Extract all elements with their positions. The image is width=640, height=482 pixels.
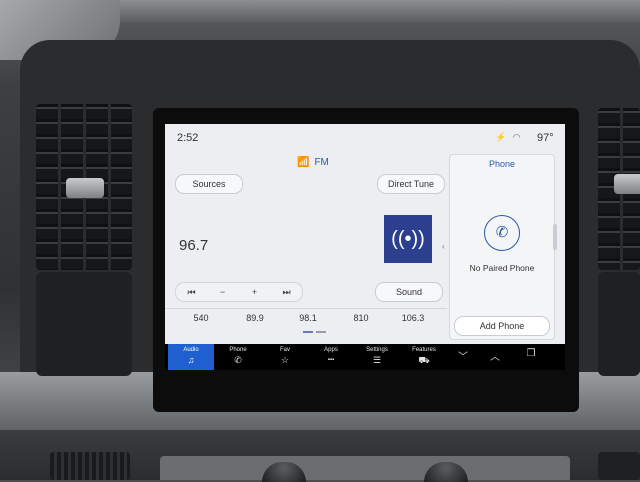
air-vent-right bbox=[598, 108, 640, 270]
seek-forward-button[interactable]: ⏭ bbox=[271, 283, 302, 301]
sliders-icon: ☰ bbox=[372, 355, 382, 365]
page-indicator bbox=[303, 331, 327, 334]
clock: 2:52 bbox=[177, 132, 199, 144]
nav-features-label: Features bbox=[412, 347, 436, 353]
antenna-icon: 📶 bbox=[297, 157, 310, 168]
panel-scrollbar[interactable] bbox=[553, 224, 557, 250]
nav-audio-label: Audio bbox=[183, 347, 199, 353]
infotainment-screen: 2:52 ⚡ ◠ 97° 📶 FM Sources Direct Tune 96.… bbox=[165, 124, 565, 344]
sources-button[interactable]: Sources bbox=[175, 174, 243, 194]
music-note-icon: ♫ bbox=[187, 355, 195, 365]
preset-button[interactable]: 540 bbox=[177, 313, 225, 323]
sound-button[interactable]: Sound bbox=[375, 282, 443, 302]
chevron-down-icon[interactable]: ﹀ bbox=[453, 348, 473, 366]
window-switch-icon[interactable]: ❐ bbox=[521, 348, 541, 366]
preset-button[interactable]: 89.9 bbox=[231, 313, 279, 323]
seek-back-button[interactable]: ⏮ bbox=[176, 283, 207, 301]
direct-tune-button[interactable]: Direct Tune bbox=[377, 174, 445, 194]
phone-icon: ✆ bbox=[484, 215, 520, 251]
vent-lower-panel-left bbox=[36, 272, 132, 376]
connectivity-icons: ⚡ ◠ bbox=[495, 132, 523, 142]
nav-features[interactable]: Features ⛟ bbox=[401, 344, 447, 370]
outside-temperature: 97° bbox=[537, 132, 554, 144]
tune-controls: ⏮ − + ⏭ bbox=[175, 282, 303, 302]
star-icon: ☆ bbox=[280, 355, 290, 365]
bottom-nav-bar: Audio ♫ Phone ✆ Fav ☆ Apps ▪▪▪ Settings … bbox=[165, 344, 565, 370]
tune-down-button[interactable]: − bbox=[207, 283, 238, 301]
chevron-up-icon[interactable]: ︿ bbox=[485, 348, 505, 366]
nav-phone-label: Phone bbox=[229, 347, 247, 353]
nav-phone[interactable]: Phone ✆ bbox=[215, 344, 261, 370]
preset-button[interactable]: 98.1 bbox=[284, 313, 332, 323]
no-paired-phone-message: No Paired Phone bbox=[469, 263, 535, 273]
climate-console bbox=[160, 456, 570, 480]
nav-audio[interactable]: Audio ♫ bbox=[168, 344, 214, 370]
status-bar: 2:52 ⚡ ◠ 97° bbox=[165, 124, 565, 152]
add-phone-button[interactable]: Add Phone bbox=[454, 316, 550, 336]
radio-tower-icon: ((•)) bbox=[384, 215, 432, 263]
preset-bar: 540 89.9 98.1 810 106.3 bbox=[165, 308, 447, 331]
nav-apps-label: Apps bbox=[324, 347, 338, 353]
nav-fav-label: Fav bbox=[279, 347, 290, 353]
lower-left-vent bbox=[50, 452, 130, 480]
nav-settings-label: Settings bbox=[366, 347, 388, 353]
panel-collapse-icon[interactable]: ‹ bbox=[442, 242, 445, 251]
band-label: FM bbox=[314, 157, 329, 168]
nav-settings[interactable]: Settings ☰ bbox=[354, 344, 400, 370]
vent-adjust-tab-left[interactable] bbox=[66, 178, 104, 198]
phone-panel-title: Phone bbox=[488, 159, 516, 169]
vent-lower-panel-right bbox=[598, 272, 640, 376]
apps-grid-icon: ▪▪▪ bbox=[327, 357, 335, 363]
vent-adjust-tab-right[interactable] bbox=[614, 174, 640, 194]
source-header: 📶 FM bbox=[297, 157, 329, 168]
truck-icon: ⛟ bbox=[418, 355, 430, 365]
preset-button[interactable]: 810 bbox=[337, 313, 385, 323]
station-frequency: 96.7 bbox=[179, 237, 209, 254]
nav-apps[interactable]: Apps ▪▪▪ bbox=[308, 344, 354, 370]
nav-fav[interactable]: Fav ☆ bbox=[262, 344, 308, 370]
tune-up-button[interactable]: + bbox=[239, 283, 270, 301]
lower-right-panel bbox=[598, 452, 640, 480]
air-vent-left bbox=[36, 104, 132, 270]
preset-button[interactable]: 106.3 bbox=[389, 313, 437, 323]
phone-handset-icon: ✆ bbox=[234, 355, 242, 365]
phone-panel: Phone ✆ No Paired Phone Add Phone bbox=[449, 154, 555, 340]
